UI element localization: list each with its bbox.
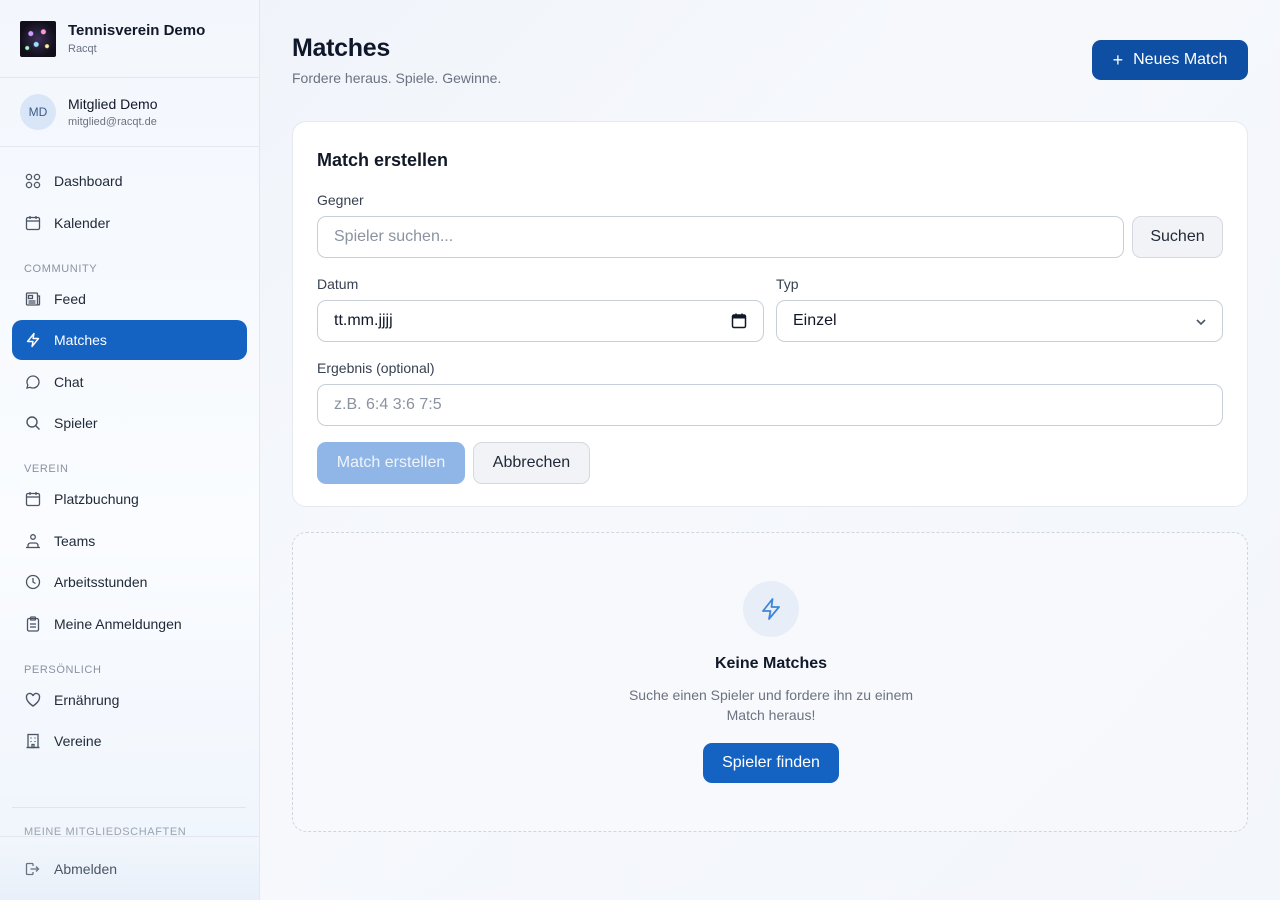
sidebar-item-label: Meine Anmeldungen [54, 615, 182, 632]
sidebar-item-label: Platzbuchung [54, 491, 139, 507]
sidebar-item-label: Teams [54, 532, 96, 549]
sidebar-nav: Dashboard Kalender COMMUNITY Feed Matche… [0, 147, 259, 761]
sidebar-item-teams[interactable]: Teams [12, 521, 247, 561]
chat-bubble-icon [24, 373, 42, 391]
sidebar-item-label: Dashboard [54, 173, 123, 189]
team-icon [24, 532, 42, 550]
cancel-button[interactable]: Abbrechen [473, 442, 590, 484]
sidebar-item-ernaehrung[interactable]: Ernährung [12, 680, 247, 720]
clipboard-icon [24, 615, 42, 633]
create-match-button[interactable]: Match erstellen [317, 442, 465, 484]
date-input[interactable]: tt.mm.jjjj [317, 300, 764, 342]
sidebar: Tennisverein Demo Racqt MD Mitglied Demo… [0, 0, 260, 900]
date-label: Datum [317, 276, 359, 292]
user-email: mitglied@racqt.de [68, 116, 157, 128]
club-logo [20, 20, 56, 57]
sidebar-item-vereine[interactable]: Vereine [12, 721, 247, 761]
opponent-label: Gegner [317, 192, 364, 208]
calendar-icon[interactable] [731, 313, 747, 334]
new-match-label: Neues Match [1133, 51, 1228, 68]
page-title: Matches [292, 34, 390, 62]
calendar-icon [24, 490, 42, 508]
sidebar-item-platzbuchung[interactable]: Platzbuchung [12, 479, 247, 519]
clock-icon [24, 573, 42, 591]
result-label: Ergebnis (optional) [317, 360, 435, 376]
empty-text: Suche einen Spieler und fordere ihn zu e… [628, 687, 914, 723]
sidebar-item-dashboard[interactable]: Dashboard [12, 161, 247, 201]
sidebar-item-label: Vereine [54, 733, 102, 749]
sidebar-item-label: Kalender [54, 214, 111, 231]
section-verein: VEREIN [24, 463, 69, 475]
sidebar-item-chat[interactable]: Chat [12, 362, 247, 402]
logout-label: Abmelden [54, 860, 118, 877]
plus-icon: + [1112, 49, 1124, 70]
club-name: Tennisverein Demo [68, 22, 206, 39]
card-title: Match erstellen [317, 150, 449, 170]
sidebar-item-matches[interactable]: Matches [12, 320, 247, 360]
type-selected-value: Einzel [793, 312, 837, 329]
sidebar-item-kalender[interactable]: Kalender [12, 203, 247, 243]
brand-header[interactable]: Tennisverein Demo Racqt [0, 0, 259, 78]
search-icon [24, 414, 42, 432]
calendar-icon [24, 214, 42, 232]
sidebar-item-label: Arbeitsstunden [54, 574, 148, 590]
sidebar-divider [12, 807, 246, 808]
sidebar-item-label: Feed [54, 290, 86, 307]
app-name: Racqt [68, 43, 97, 55]
type-select[interactable]: Einzel [776, 300, 1223, 342]
sidebar-item-label: Ernährung [54, 691, 120, 708]
sidebar-item-arbeitsstunden[interactable]: Arbeitsstunden [12, 562, 247, 602]
section-persoenlich: PERSÖNLICH [24, 663, 102, 676]
date-value: tt.mm.jjjj [334, 312, 393, 329]
chevron-down-icon [1194, 315, 1208, 334]
sidebar-item-meine-anmeldungen[interactable]: Meine Anmeldungen [12, 604, 247, 644]
lightning-icon [743, 581, 799, 637]
logout-icon [24, 860, 42, 878]
sidebar-item-label: Matches [54, 332, 107, 348]
building-icon [24, 732, 42, 750]
logout-button[interactable]: Abmelden [0, 836, 259, 900]
empty-state: Keine Matches Suche einen Spieler und fo… [292, 532, 1248, 832]
new-match-button[interactable]: + Neues Match [1092, 40, 1248, 80]
find-players-button[interactable]: Spieler finden [703, 743, 839, 783]
user-name: Mitglied Demo [68, 96, 158, 112]
sidebar-item-feed[interactable]: Feed [12, 279, 247, 319]
sidebar-item-spieler[interactable]: Spieler [12, 403, 247, 443]
search-button[interactable]: Suchen [1132, 216, 1223, 258]
sidebar-item-label: Chat [54, 373, 84, 390]
empty-title: Keine Matches [714, 655, 828, 672]
section-community: COMMUNITY [24, 262, 98, 275]
user-profile[interactable]: MD Mitglied Demo mitglied@racqt.de [0, 78, 259, 147]
newspaper-icon [24, 290, 42, 308]
type-label: Typ [776, 276, 799, 292]
page-subtitle: Fordere heraus. Spiele. Gewinne. [292, 70, 502, 86]
avatar: MD [20, 94, 56, 130]
heart-icon [24, 691, 42, 709]
create-match-card: Match erstellen Gegner Suchen Datum tt.m… [292, 121, 1248, 507]
lightning-icon [24, 331, 42, 349]
sidebar-item-label: Spieler [54, 415, 98, 431]
opponent-search-input[interactable] [317, 216, 1124, 258]
dashboard-icon [24, 172, 42, 190]
result-input[interactable] [317, 384, 1223, 426]
